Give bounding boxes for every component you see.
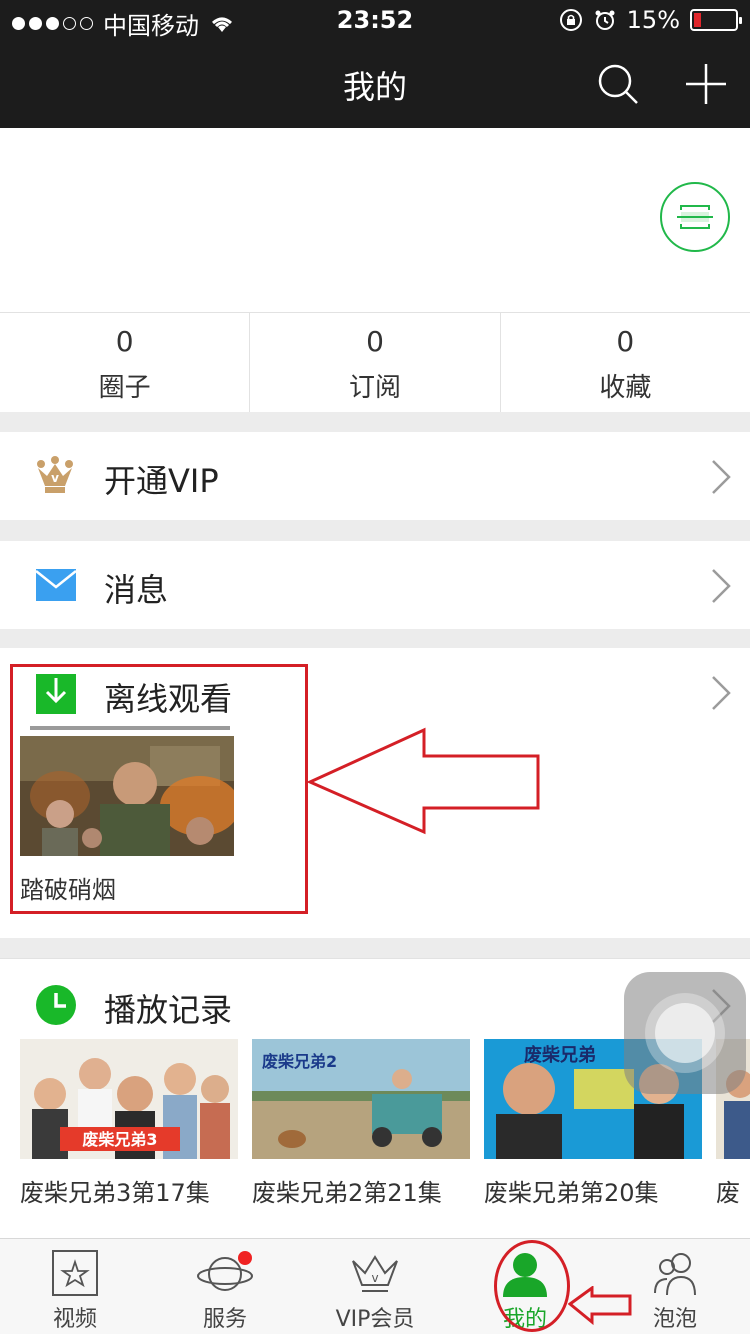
bubble-icon bbox=[654, 1253, 696, 1296]
svg-text:废柴兄弟: 废柴兄弟 bbox=[524, 1044, 596, 1066]
svg-text:废柴兄弟2: 废柴兄弟2 bbox=[262, 1052, 337, 1071]
stat-label: 订阅 bbox=[348, 373, 401, 403]
annotation-circle bbox=[494, 1240, 570, 1332]
search-icon[interactable] bbox=[596, 62, 640, 106]
tab-services[interactable]: 服务 bbox=[150, 1239, 300, 1334]
stat-label: 圈子 bbox=[98, 373, 151, 403]
stat-count: 0 bbox=[366, 325, 384, 358]
plus-icon[interactable] bbox=[684, 62, 728, 106]
profile-header[interactable] bbox=[0, 128, 750, 312]
annotation-arrow-icon bbox=[306, 727, 540, 835]
clock-icon bbox=[36, 985, 76, 1025]
nav-bar: 我的 bbox=[0, 40, 750, 128]
history-title: 废柴兄弟2第21集 bbox=[252, 1179, 442, 1207]
history-title: 废柴兄弟3第17集 bbox=[20, 1179, 210, 1207]
open-vip-label: 开通VIP bbox=[104, 462, 219, 500]
history-thumbnail[interactable]: 废柴兄弟3 bbox=[20, 1039, 238, 1159]
stat-favorites[interactable]: 0 收藏 bbox=[501, 313, 750, 412]
chevron-right-icon[interactable] bbox=[710, 674, 732, 712]
stat-count: 0 bbox=[616, 325, 635, 358]
alarm-icon bbox=[595, 10, 615, 30]
tab-label: VIP会员 bbox=[335, 1307, 415, 1332]
svg-text:v: v bbox=[371, 1271, 378, 1285]
messages-row[interactable]: 消息 bbox=[0, 541, 750, 629]
bottom-tab-bar: 视频 服务 v VIP会员 我的 泡泡 bbox=[0, 1238, 750, 1334]
crown-icon: v bbox=[352, 1255, 398, 1292]
notification-badge bbox=[238, 1251, 252, 1265]
history-title: 废 bbox=[716, 1179, 740, 1207]
tab-label: 视频 bbox=[52, 1307, 97, 1332]
battery-icon bbox=[690, 9, 742, 31]
svg-text:废柴兄弟3: 废柴兄弟3 bbox=[82, 1130, 157, 1149]
history-title: 废柴兄弟第20集 bbox=[484, 1179, 659, 1207]
thumbnail-image: 废柴兄弟3 bbox=[20, 1039, 238, 1159]
svg-text:v: v bbox=[51, 471, 59, 485]
messages-label: 消息 bbox=[104, 571, 169, 609]
scan-icon bbox=[677, 205, 713, 229]
stat-subscriptions[interactable]: 0 订阅 bbox=[250, 313, 501, 412]
history-thumbnail[interactable]: 废柴兄弟2 bbox=[252, 1039, 470, 1159]
mail-icon bbox=[36, 569, 76, 601]
tab-label: 服务 bbox=[202, 1307, 247, 1332]
stat-circles[interactable]: 0 圈子 bbox=[0, 313, 251, 412]
crown-icon: v bbox=[37, 456, 73, 493]
status-bar: 中国移动 23:52 15% bbox=[0, 0, 750, 40]
battery-percent: 15% bbox=[626, 6, 680, 34]
play-history-title: 播放记录 bbox=[104, 991, 233, 1029]
tab-video[interactable]: 视频 bbox=[0, 1239, 150, 1334]
chevron-right-icon bbox=[712, 569, 731, 603]
scan-button[interactable] bbox=[660, 182, 730, 252]
star-icon bbox=[52, 1250, 98, 1296]
assistive-touch-button[interactable] bbox=[624, 972, 746, 1094]
stat-label: 收藏 bbox=[599, 373, 652, 403]
thumbnail-image: 废柴兄弟2 bbox=[252, 1039, 470, 1159]
open-vip-row[interactable]: v 开通VIP bbox=[0, 432, 750, 520]
stats-bar: 0 圈子 0 订阅 0 收藏 bbox=[0, 312, 750, 412]
annotation-arrow-icon bbox=[568, 1286, 632, 1326]
chevron-right-icon bbox=[712, 460, 731, 494]
tab-vip[interactable]: v VIP会员 bbox=[300, 1239, 450, 1334]
annotation-highlight-box bbox=[10, 664, 308, 914]
stat-count: 0 bbox=[115, 325, 134, 358]
rotation-lock-icon bbox=[559, 9, 582, 31]
